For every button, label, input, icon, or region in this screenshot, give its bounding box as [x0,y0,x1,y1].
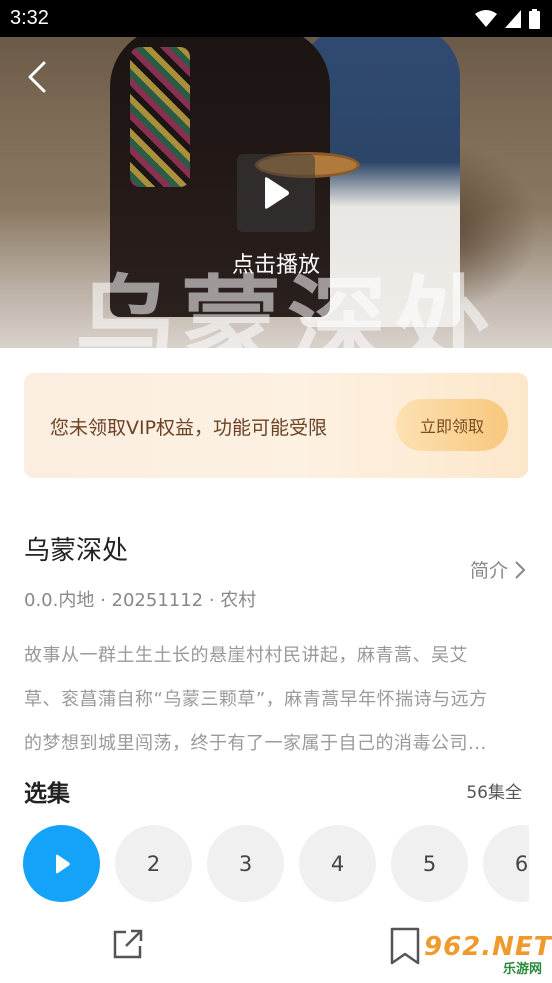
battery-icon [529,9,540,29]
episode-item[interactable]: 3 [207,825,284,902]
chevron-right-icon [515,560,526,579]
description-line: 的梦想到城里闯荡，终于有了一家属于自己的消毒公司... [24,733,487,754]
intro-link[interactable]: 简介 [470,556,526,583]
wifi-icon [475,10,497,27]
episode-1-current[interactable] [23,825,100,902]
episodes-title: 选集 [24,781,70,807]
episode-item[interactable]: 4 [299,825,376,902]
vip-banner: 您未领取VIP权益，功能可能受限 立即领取 [24,373,528,478]
play-icon [265,177,289,209]
claim-vip-button[interactable]: 立即领取 [396,399,508,451]
play-icon [55,854,70,873]
site-watermark: 962.NET 乐游网 [420,932,551,980]
bookmark-icon[interactable] [388,926,422,966]
show-meta: 0.0.内地 · 20251112 · 农村 [24,590,257,611]
episode-list[interactable]: 2 3 4 5 6 [23,825,529,903]
share-icon[interactable] [110,926,146,962]
intro-link-label: 简介 [469,560,508,582]
signal-icon [505,10,521,28]
play-label: 点击播放 [231,253,320,278]
description-line: 故事从一群土生土长的悬崖村村民讲起，麻青蒿、吴艾 [24,645,468,666]
episode-item[interactable]: 5 [391,825,468,902]
status-icons [475,9,540,29]
episode-item[interactable]: 2 [115,825,192,902]
video-poster[interactable]: 乌蒙深处 点击播放 [0,37,552,348]
show-description[interactable]: 故事从一群土生土长的悬崖村村民讲起，麻青蒿、吴艾 草、衮菖蒲自称“乌蒙三颗草”，… [24,634,529,766]
vip-banner-text: 您未领取VIP权益，功能可能受限 [50,417,328,439]
episode-item[interactable]: 6 [483,825,529,902]
back-arrow-icon[interactable] [24,59,54,95]
description-line: 草、衮菖蒲自称“乌蒙三颗草”，麻青蒿早年怀揣诗与远方 [24,689,488,710]
episodes-count: 56集全 [466,783,522,803]
status-time: 3:32 [10,7,49,29]
play-button[interactable] [237,154,315,232]
show-title: 乌蒙深处 [24,536,129,566]
status-bar: 3:32 [0,0,552,37]
watermark-sub: 乐游网 [502,962,542,977]
